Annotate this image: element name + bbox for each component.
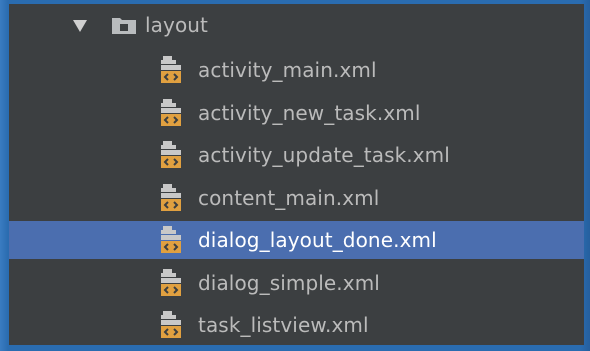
file-label: dialog_simple.xml xyxy=(198,270,380,295)
tree-file-item[interactable]: activity_new_task.xml xyxy=(9,94,584,132)
tree-file-item[interactable]: activity_update_task.xml xyxy=(9,136,584,174)
file-label: task_listview.xml xyxy=(198,313,369,337)
tree-file-item[interactable]: content_main.xml xyxy=(9,179,584,217)
layout-xml-file-icon xyxy=(158,140,184,170)
chevron-down-icon[interactable] xyxy=(73,20,87,32)
layout-xml-file-icon xyxy=(158,225,184,255)
project-tree-panel: layout activity_main.xml activity_new_ta… xyxy=(9,4,584,345)
file-label: dialog_layout_done.xml xyxy=(198,228,437,252)
tree-file-item[interactable]: activity_main.xml xyxy=(9,51,584,89)
layout-xml-file-icon xyxy=(158,268,184,298)
folder-label: layout xyxy=(145,13,209,37)
file-label: activity_update_task.xml xyxy=(198,143,450,167)
tree-file-item[interactable]: task_listview.xml xyxy=(9,306,584,344)
file-label: activity_new_task.xml xyxy=(198,100,421,125)
layout-xml-file-icon xyxy=(158,310,184,340)
layout-xml-file-icon xyxy=(158,98,184,128)
tree-file-item[interactable]: dialog_layout_done.xml xyxy=(9,221,584,259)
tree-folder-layout[interactable]: layout xyxy=(9,6,584,44)
file-label: content_main.xml xyxy=(198,185,380,210)
layout-xml-file-icon xyxy=(158,55,184,85)
tree-file-item[interactable]: dialog_simple.xml xyxy=(9,264,584,302)
layout-xml-file-icon xyxy=(158,183,184,213)
window-frame: layout activity_main.xml activity_new_ta… xyxy=(0,0,590,351)
folder-icon xyxy=(111,15,137,35)
file-label: activity_main.xml xyxy=(198,58,377,82)
